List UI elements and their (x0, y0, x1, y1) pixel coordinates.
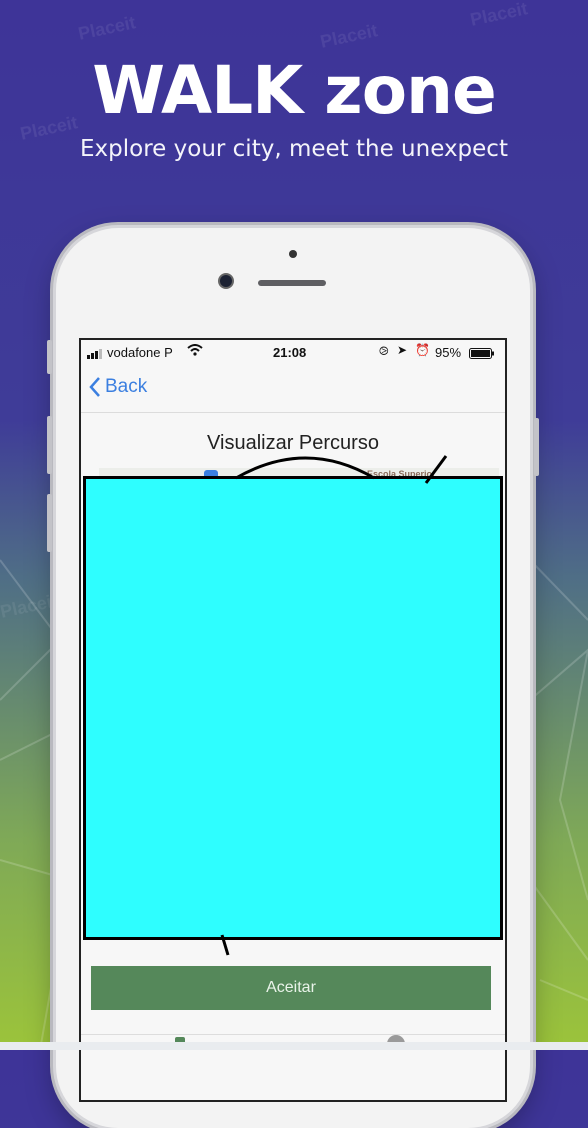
phone-screen: vodafone P 21:08 ⧁ ➤ ⏰ 95% Back Visualiz… (79, 338, 507, 1102)
app-title: WALK zone (92, 52, 497, 129)
battery-icon (469, 347, 495, 362)
route-preview-overlay (83, 476, 503, 940)
status-bar: vodafone P 21:08 ⧁ ➤ ⏰ 95% (81, 340, 505, 364)
accept-button[interactable]: Aceitar (91, 966, 491, 1010)
alarm-icon: ⏰ (415, 343, 430, 357)
battery-percentage: 95% (435, 345, 462, 360)
navigation-bar: Back (81, 364, 505, 413)
carrier-label: vodafone P (107, 345, 173, 360)
power-button (534, 418, 539, 476)
earpiece-speaker (258, 280, 326, 286)
volume-down-button (47, 494, 52, 552)
bottom-strip (0, 1042, 588, 1050)
mute-switch (47, 340, 52, 374)
phone-mockup: vodafone P 21:08 ⧁ ➤ ⏰ 95% Back Visualiz… (47, 228, 539, 1128)
clock: 21:08 (273, 345, 307, 360)
wifi-icon (187, 344, 203, 359)
volume-up-button (47, 416, 52, 474)
lock-rotation-icon: ⧁ (379, 344, 389, 358)
back-label: Back (105, 376, 148, 397)
back-button[interactable]: Back (89, 376, 147, 398)
screen-title: Visualizar Percurso (207, 432, 379, 454)
proximity-sensor (289, 250, 297, 258)
location-arrow-icon: ➤ (397, 343, 408, 357)
front-camera-icon (220, 275, 232, 287)
app-subtitle: Explore your city, meet the unexpect (80, 136, 508, 162)
signal-icon (87, 347, 103, 362)
chevron-left-icon (89, 377, 100, 397)
